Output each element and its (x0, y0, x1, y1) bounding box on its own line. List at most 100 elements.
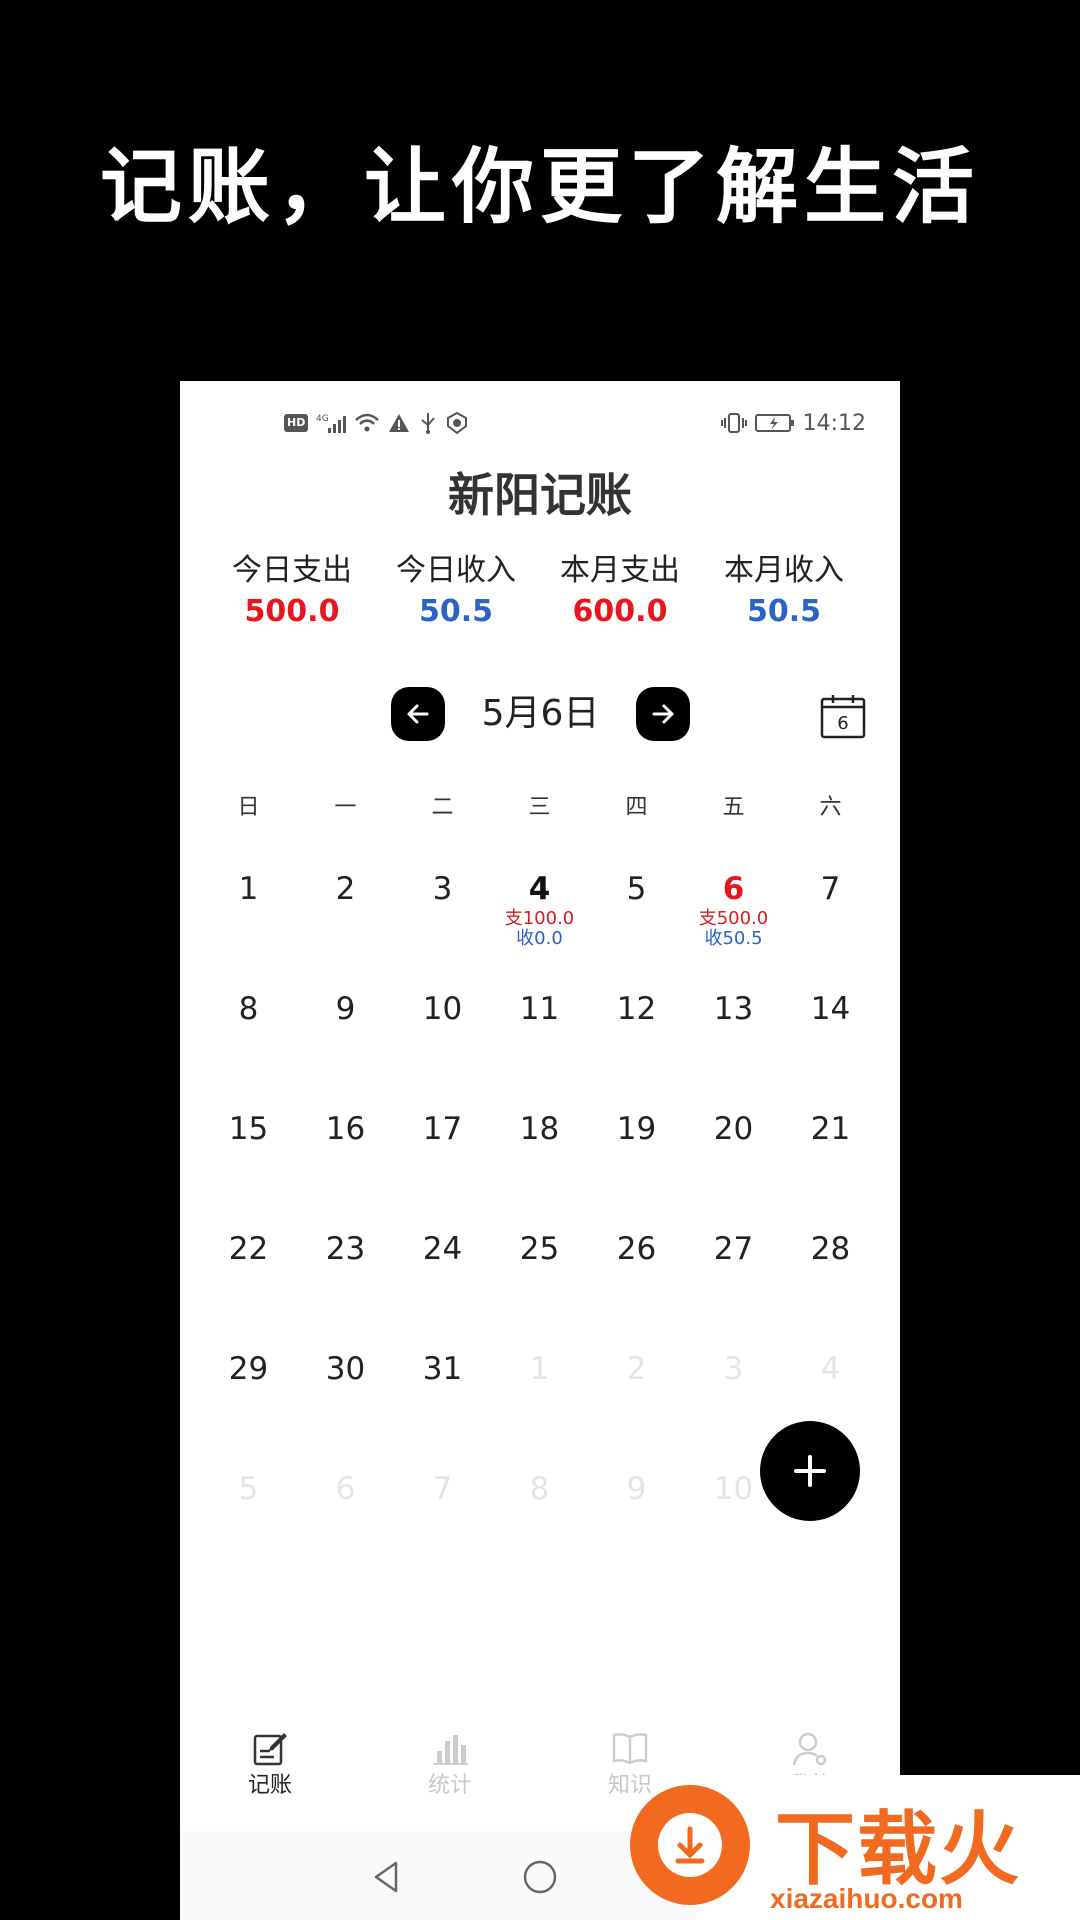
back-triangle-icon (374, 1861, 398, 1893)
day-number: 20 (713, 1111, 754, 1147)
current-date[interactable]: 5月6日 (445, 687, 636, 741)
calendar-day-cell[interactable]: 22 (200, 1221, 297, 1341)
calendar-day-cell[interactable]: 8 (491, 1461, 588, 1581)
calendar-day-cell[interactable]: 1 (200, 861, 297, 981)
calendar-week-row: 1 2 3 4 支100.0 收0.0 5 6 支500.0 收50.5 7 (200, 861, 879, 981)
calendar-day-cell[interactable]: 1 (491, 1341, 588, 1461)
prev-day-button[interactable] (391, 687, 445, 741)
calendar-day-cell[interactable]: 11 (491, 981, 588, 1101)
calendar-day-cell[interactable]: 27 (685, 1221, 782, 1341)
day-number: 14 (810, 991, 851, 1027)
calendar-day-cell[interactable]: 9 (588, 1461, 685, 1581)
calendar-day-cell[interactable]: 2 (588, 1341, 685, 1461)
day-number: 31 (422, 1351, 463, 1387)
back-button[interactable] (366, 1857, 406, 1897)
tab-statistics[interactable]: 统计 (360, 1727, 540, 1817)
hd-badge: HD (284, 414, 309, 432)
day-number: 7 (820, 871, 841, 907)
calendar-day-cell[interactable]: 13 (685, 981, 782, 1101)
watermark-logo: 下载火 xiazaihuo.com (630, 1775, 1080, 1920)
day-number: 26 (616, 1231, 657, 1267)
day-number: 1 (529, 1351, 550, 1387)
summary-value: 600.0 (572, 594, 668, 629)
today-calendar-button[interactable]: 6 (820, 693, 866, 739)
status-left: HD 4G (284, 408, 468, 438)
day-number: 17 (422, 1111, 463, 1147)
summary-today-expense: 今日支出 500.0 (210, 551, 374, 633)
weekday-label: 三 (528, 795, 551, 820)
day-number: 9 (335, 991, 356, 1027)
calendar-day-cell[interactable]: 14 (782, 981, 879, 1101)
calendar-day-cell[interactable]: 10 (394, 981, 491, 1101)
summary-month-expense: 本月支出 600.0 (538, 551, 702, 633)
calendar-day-cell[interactable]: 20 (685, 1101, 782, 1221)
phone-screen: HD 4G 14:12 新阳记账 今日支出 500.0 今日收入 50.5 本月… (180, 381, 900, 1920)
tab-bookkeeping[interactable]: 记账 (180, 1727, 360, 1817)
weekday-label: 六 (819, 795, 842, 820)
calendar-day-cell[interactable]: 21 (782, 1101, 879, 1221)
calendar-day-cell[interactable]: 6 支500.0 收50.5 (685, 861, 782, 981)
day-expense: 支500.0 (698, 908, 769, 929)
calendar-day-cell[interactable]: 9 (297, 981, 394, 1101)
calendar-day-cell[interactable]: 4 支100.0 收0.0 (491, 861, 588, 981)
svg-text:4G: 4G (316, 414, 329, 424)
home-button[interactable] (520, 1857, 560, 1897)
calendar-day-cell[interactable]: 29 (200, 1341, 297, 1461)
day-number: 2 (335, 871, 356, 907)
day-number: 4 (820, 1351, 841, 1387)
usb-icon (418, 412, 438, 434)
plus-icon (794, 1455, 826, 1487)
day-number: 18 (519, 1111, 560, 1147)
day-number: 16 (325, 1111, 366, 1147)
day-number: 27 (713, 1231, 754, 1267)
calendar-day-cell[interactable]: 6 (297, 1461, 394, 1581)
weekday-label: 日 (237, 795, 260, 820)
summary-month-income: 本月收入 50.5 (702, 551, 866, 633)
date-navigation: 5月6日 6 (180, 687, 900, 741)
summary-label: 本月支出 (560, 553, 680, 588)
calendar-day-cell[interactable]: 28 (782, 1221, 879, 1341)
calendar-day-cell[interactable]: 3 (394, 861, 491, 981)
calendar-day-cell[interactable]: 24 (394, 1221, 491, 1341)
add-record-button[interactable] (760, 1421, 860, 1521)
calendar-day-cell[interactable]: 15 (200, 1101, 297, 1221)
summary-label: 今日收入 (396, 553, 516, 588)
watermark-url: xiazaihuo.com (770, 1883, 963, 1914)
bar-chart-icon (360, 1727, 540, 1771)
battery-icon (754, 412, 795, 434)
day-number: 6 (722, 871, 745, 907)
today-day-number: 6 (837, 713, 848, 734)
calendar-day-cell[interactable]: 16 (297, 1101, 394, 1221)
calendar-day-cell[interactable]: 7 (782, 861, 879, 981)
weekday-label: 一 (334, 795, 357, 820)
calendar-day-cell[interactable]: 17 (394, 1101, 491, 1221)
day-number: 1 (238, 871, 259, 907)
next-day-button[interactable] (636, 687, 690, 741)
calendar-day-cell[interactable]: 7 (394, 1461, 491, 1581)
calendar-day-cell[interactable]: 8 (200, 981, 297, 1101)
promo-title: 记账，让你更了解生活 (99, 139, 980, 235)
calendar-day-cell[interactable]: 23 (297, 1221, 394, 1341)
calendar-day-cell[interactable]: 25 (491, 1221, 588, 1341)
calendar-day-cell[interactable]: 18 (491, 1101, 588, 1221)
day-number: 12 (616, 991, 657, 1027)
calendar-day-cell[interactable]: 12 (588, 981, 685, 1101)
day-number: 24 (422, 1231, 463, 1267)
day-number: 23 (325, 1231, 366, 1267)
status-bar: HD 4G 14:12 (180, 408, 900, 438)
calendar-day-cell[interactable]: 31 (394, 1341, 491, 1461)
summary-label: 今日支出 (232, 553, 352, 588)
calendar-day-cell[interactable]: 30 (297, 1341, 394, 1461)
weekday-label: 四 (625, 795, 648, 820)
calendar-week-row: 15 16 17 18 19 20 21 (200, 1101, 879, 1221)
calendar-day-cell[interactable]: 2 (297, 861, 394, 981)
shield-icon (446, 411, 468, 435)
summary-bar: 今日支出 500.0 今日收入 50.5 本月支出 600.0 本月收入 50.… (180, 551, 900, 633)
calendar-day-cell[interactable]: 19 (588, 1101, 685, 1221)
day-number: 3 (723, 1351, 744, 1387)
calendar-day-cell[interactable]: 26 (588, 1221, 685, 1341)
calendar-day-cell[interactable]: 5 (588, 861, 685, 981)
day-number: 9 (626, 1471, 647, 1507)
day-number: 22 (228, 1231, 269, 1267)
calendar-day-cell[interactable]: 5 (200, 1461, 297, 1581)
